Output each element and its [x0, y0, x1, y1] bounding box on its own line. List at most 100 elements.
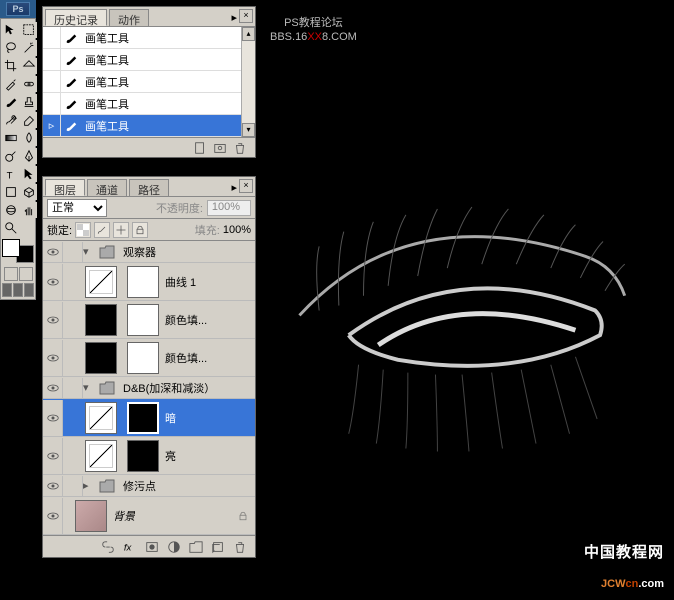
layer-group[interactable]: ▾ D&B(加深和减淡）: [43, 377, 255, 399]
layer-group[interactable]: ▾ 观察器: [43, 241, 255, 263]
eye-icon[interactable]: [47, 354, 59, 362]
group-collapse-arrow[interactable]: ▾: [83, 381, 95, 394]
fg-color-swatch[interactable]: [2, 239, 20, 257]
layer-name[interactable]: 观察器: [119, 244, 156, 260]
layer-mask-thumbnail[interactable]: [127, 440, 159, 472]
panel-close-button[interactable]: ×: [239, 179, 253, 193]
history-brush-tool[interactable]: [3, 112, 19, 128]
group-icon[interactable]: [189, 540, 203, 554]
layer-mask-thumbnail[interactable]: [127, 402, 159, 434]
screen-mode-1[interactable]: [2, 283, 12, 297]
blend-mode-select[interactable]: 正常: [47, 199, 107, 217]
eyedrop-tool[interactable]: [3, 76, 19, 92]
layer-thumbnail[interactable]: [85, 440, 117, 472]
3d-tool-2[interactable]: [3, 202, 19, 218]
eye-icon[interactable]: [47, 512, 59, 520]
new-snapshot-icon[interactable]: [213, 141, 227, 155]
tab-paths[interactable]: 路径: [129, 179, 169, 196]
group-collapse-arrow[interactable]: ▸: [83, 479, 95, 492]
layer-row[interactable]: 曲线 1: [43, 263, 255, 301]
layer-name[interactable]: 暗: [161, 410, 176, 426]
screen-mode-2[interactable]: [13, 283, 23, 297]
history-item[interactable]: ▹画笔工具: [43, 115, 255, 137]
standard-mode-button[interactable]: [4, 267, 18, 281]
3d-tool[interactable]: [21, 184, 37, 200]
layer-name[interactable]: 颜色填...: [161, 350, 207, 366]
zoom-tool[interactable]: [3, 220, 19, 236]
slice-tool[interactable]: [21, 58, 37, 74]
layer-thumbnail[interactable]: [85, 304, 117, 336]
shape-tool[interactable]: [3, 184, 19, 200]
tab-history[interactable]: 历史记录: [45, 9, 107, 26]
dodge-tool[interactable]: [3, 148, 19, 164]
wand-tool[interactable]: [21, 40, 37, 56]
screen-mode-3[interactable]: [24, 283, 34, 297]
color-swatches[interactable]: [2, 239, 34, 263]
eraser-tool[interactable]: [21, 112, 37, 128]
stamp-tool[interactable]: [21, 94, 37, 110]
eye-icon[interactable]: [47, 316, 59, 324]
new-layer-icon[interactable]: [211, 540, 225, 554]
layer-name[interactable]: 修污点: [119, 478, 156, 494]
tab-layers[interactable]: 图层: [45, 179, 85, 196]
layer-group[interactable]: ▸ 修污点: [43, 475, 255, 497]
placeholder-tool[interactable]: [21, 220, 33, 236]
history-item[interactable]: 画笔工具: [43, 49, 255, 71]
layer-thumbnail[interactable]: [85, 402, 117, 434]
quickmask-mode-button[interactable]: [19, 267, 33, 281]
history-item[interactable]: 画笔工具: [43, 93, 255, 115]
link-layers-icon[interactable]: [101, 540, 115, 554]
layer-name[interactable]: 颜色填...: [161, 312, 207, 328]
lock-pixels-icon[interactable]: [94, 222, 110, 238]
eye-icon[interactable]: [47, 248, 59, 256]
layer-mask-thumbnail[interactable]: [127, 304, 159, 336]
layer-name[interactable]: 亮: [161, 448, 176, 464]
lock-all-icon[interactable]: [132, 222, 148, 238]
eye-icon[interactable]: [47, 452, 59, 460]
eye-icon[interactable]: [47, 482, 59, 490]
hand-tool[interactable]: [21, 202, 37, 218]
new-doc-from-state-icon[interactable]: [193, 141, 207, 155]
gradient-tool[interactable]: [3, 130, 19, 146]
layer-mask-thumbnail[interactable]: [127, 342, 159, 374]
blur-tool[interactable]: [21, 130, 37, 146]
layer-row[interactable]: 颜色填...: [43, 301, 255, 339]
layer-thumbnail[interactable]: [85, 342, 117, 374]
path-select-tool[interactable]: [21, 166, 37, 182]
lock-position-icon[interactable]: [113, 222, 129, 238]
fill-value[interactable]: 100%: [223, 224, 251, 236]
history-scrollbar[interactable]: ▴▾: [241, 27, 255, 137]
layer-row[interactable]: 背景: [43, 497, 255, 535]
opacity-value[interactable]: 100%: [207, 200, 251, 216]
layer-name[interactable]: D&B(加深和减淡）: [119, 380, 215, 396]
tab-channels[interactable]: 通道: [87, 179, 127, 196]
fx-icon[interactable]: fx: [123, 540, 137, 554]
layer-name[interactable]: 曲线 1: [161, 274, 196, 290]
eye-icon[interactable]: [47, 414, 59, 422]
move-tool[interactable]: [3, 22, 19, 38]
history-item[interactable]: 画笔工具: [43, 71, 255, 93]
type-tool[interactable]: T: [3, 166, 19, 182]
group-collapse-arrow[interactable]: ▾: [83, 245, 95, 258]
mask-icon[interactable]: [145, 540, 159, 554]
eye-icon[interactable]: [47, 278, 59, 286]
tab-actions[interactable]: 动作: [109, 9, 149, 26]
layer-row[interactable]: 亮: [43, 437, 255, 475]
panel-menu-icon[interactable]: ▸: [231, 11, 237, 24]
layer-row[interactable]: 暗: [43, 399, 255, 437]
trash-icon[interactable]: [233, 540, 247, 554]
delete-state-icon[interactable]: [233, 141, 247, 155]
layer-thumbnail[interactable]: [85, 266, 117, 298]
layer-thumbnail[interactable]: [75, 500, 107, 532]
adjustment-icon[interactable]: [167, 540, 181, 554]
eye-icon[interactable]: [47, 384, 59, 392]
layer-name[interactable]: 背景: [109, 508, 135, 524]
lasso-tool[interactable]: [3, 40, 19, 56]
history-item[interactable]: 画笔工具: [43, 27, 255, 49]
layer-mask-thumbnail[interactable]: [127, 266, 159, 298]
layer-row[interactable]: 颜色填...: [43, 339, 255, 377]
brush-tool[interactable]: [3, 94, 19, 110]
panel-close-button[interactable]: ×: [239, 9, 253, 23]
lock-transparent-icon[interactable]: [75, 222, 91, 238]
panel-menu-icon[interactable]: ▸: [231, 181, 237, 194]
